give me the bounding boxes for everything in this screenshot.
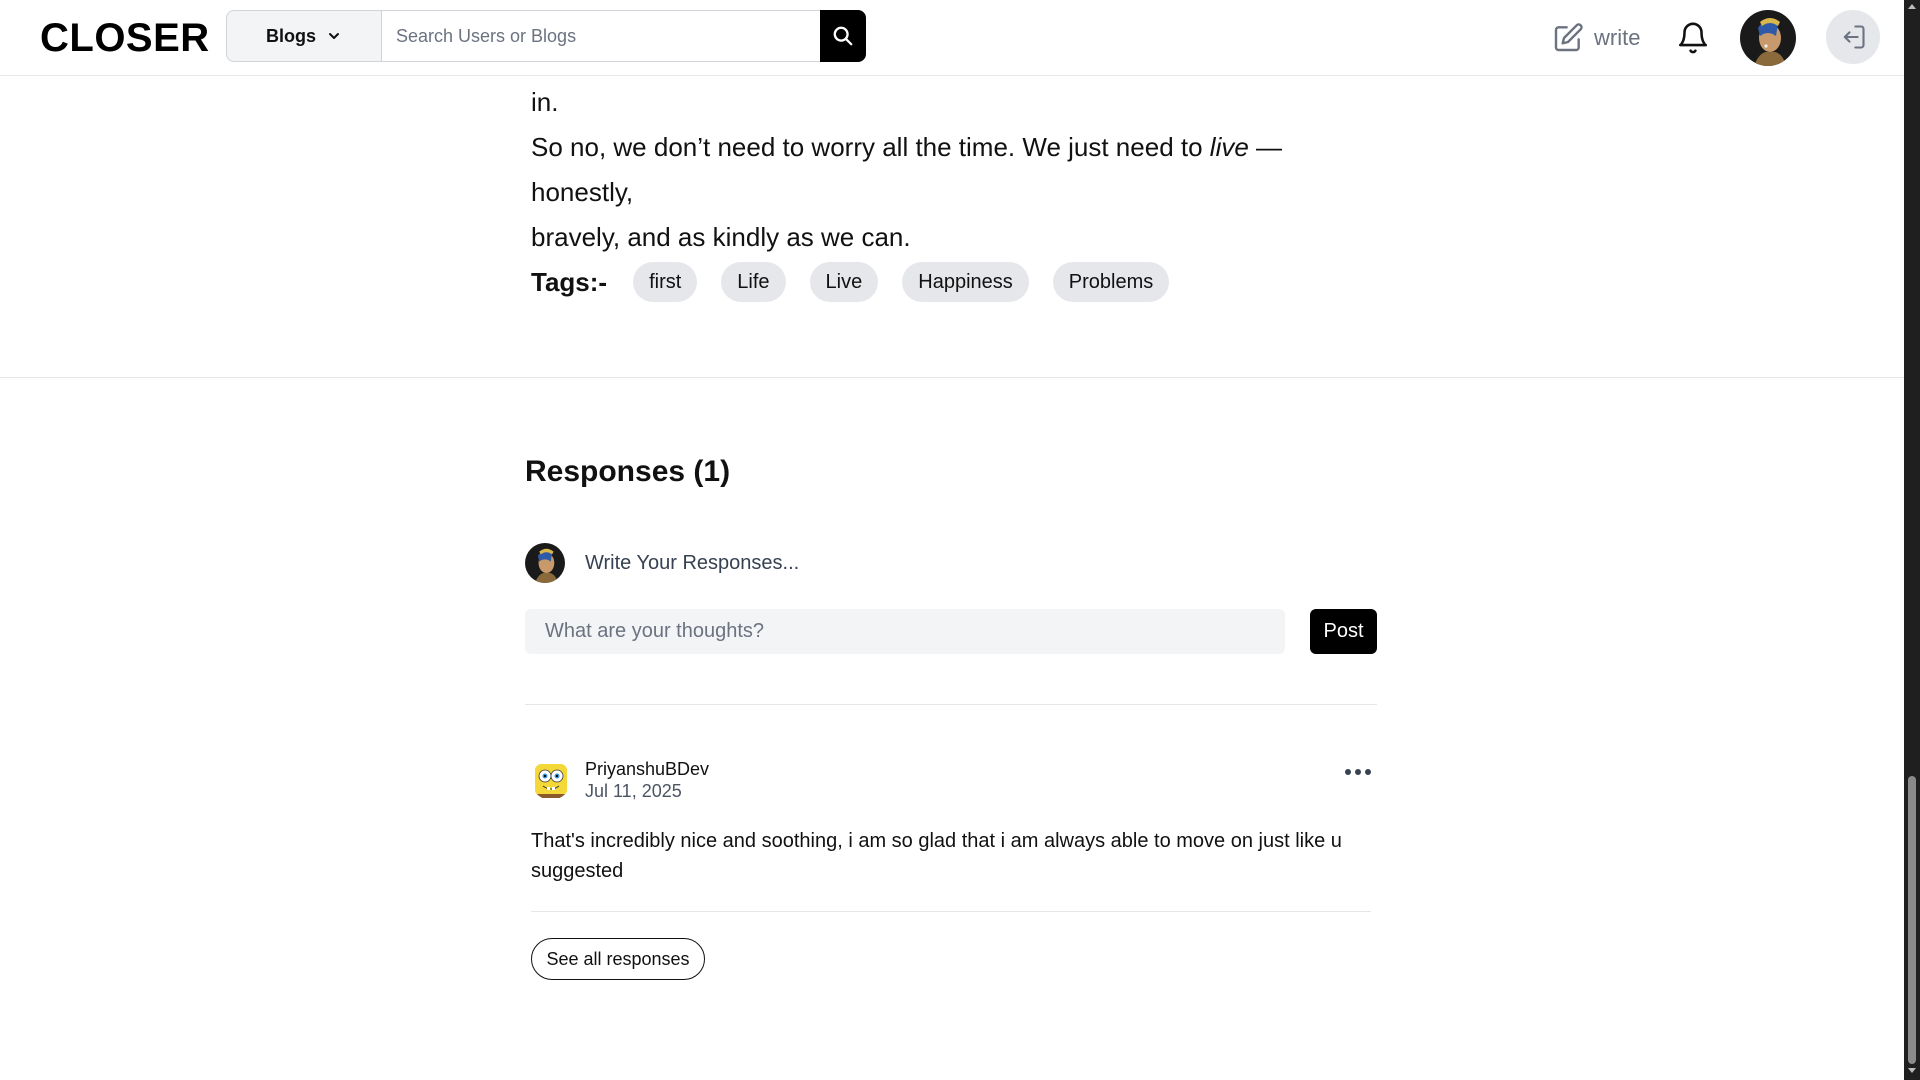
scroll-up-icon[interactable]	[1908, 4, 1916, 9]
article-emphasis: live	[1209, 132, 1249, 162]
dot-icon	[1345, 769, 1351, 775]
site-logo[interactable]: CLOSER	[40, 16, 210, 61]
category-label: Blogs	[265, 25, 316, 46]
profile-picture-icon	[525, 543, 565, 583]
logout-button[interactable]	[1826, 10, 1880, 64]
write-response-row: Write Your Responses...	[525, 543, 799, 583]
logout-icon	[1843, 25, 1865, 49]
search-icon	[833, 26, 853, 46]
comment-divider	[531, 911, 1371, 912]
dot-icon	[1365, 769, 1371, 775]
comment-date: Jul 11, 2025	[585, 781, 682, 801]
top-navbar: CLOSER Blogs write	[0, 0, 1904, 76]
write-response-prompt: Write Your Responses...	[585, 551, 800, 574]
write-button[interactable]: write	[1552, 20, 1640, 56]
scrollbar[interactable]	[1904, 0, 1920, 1080]
more-options-button[interactable]	[1345, 764, 1371, 780]
responses-divider	[525, 704, 1377, 705]
section-divider	[0, 377, 1904, 378]
article-line: bravely, and as kindly as we can.	[531, 222, 911, 252]
scroll-down-icon[interactable]	[1908, 1068, 1916, 1073]
search-button[interactable]	[820, 10, 866, 62]
responses-title: Responses (1)	[525, 455, 731, 488]
bell-icon[interactable]	[1676, 20, 1710, 56]
avatar	[525, 543, 565, 583]
spongebob-avatar-icon	[531, 760, 571, 800]
article-body: in. So no, we don’t need to worry all th…	[531, 80, 1371, 260]
dot-icon	[1355, 769, 1361, 775]
tag-chip[interactable]: first	[633, 262, 698, 302]
tag-chip[interactable]: Live	[809, 262, 879, 302]
comment-meta: PriyanshuBDev Jul 11, 2025	[585, 758, 709, 802]
category-dropdown[interactable]: Blogs	[226, 10, 381, 62]
comment-text: That's incredibly nice and soothing, i a…	[531, 830, 1342, 882]
profile-picture-icon	[1740, 10, 1796, 66]
search-bar: Blogs	[226, 10, 866, 62]
tags-label: Tags:-	[531, 266, 608, 297]
response-input[interactable]	[525, 609, 1285, 654]
comment-header: PriyanshuBDev Jul 11, 2025	[531, 758, 1371, 802]
comment-username[interactable]: PriyanshuBDev	[585, 758, 709, 780]
search-input[interactable]	[381, 10, 820, 62]
tag-chip[interactable]: Happiness	[902, 262, 1029, 302]
tag-chip[interactable]: Life	[721, 262, 786, 302]
article-text: So no, we don’t need to worry all the ti…	[531, 132, 1203, 162]
comment-item: PriyanshuBDev Jul 11, 2025 That's incred…	[531, 758, 1371, 886]
write-label: write	[1594, 25, 1641, 50]
article-line: in.	[531, 87, 559, 117]
avatar[interactable]	[531, 760, 571, 800]
chevron-down-icon	[329, 33, 339, 39]
tag-chip[interactable]: Problems	[1052, 262, 1170, 302]
see-all-responses-button[interactable]: See all responses	[531, 938, 705, 980]
article-line: So no, we don’t need to worry all the ti…	[531, 125, 1371, 215]
tags-row: Tags:- first Life Live Happiness Problem…	[531, 262, 1193, 302]
edit-icon	[1554, 23, 1583, 52]
avatar[interactable]	[1740, 10, 1796, 66]
scroll-thumb[interactable]	[1908, 776, 1916, 1064]
post-button[interactable]: Post	[1310, 609, 1377, 654]
